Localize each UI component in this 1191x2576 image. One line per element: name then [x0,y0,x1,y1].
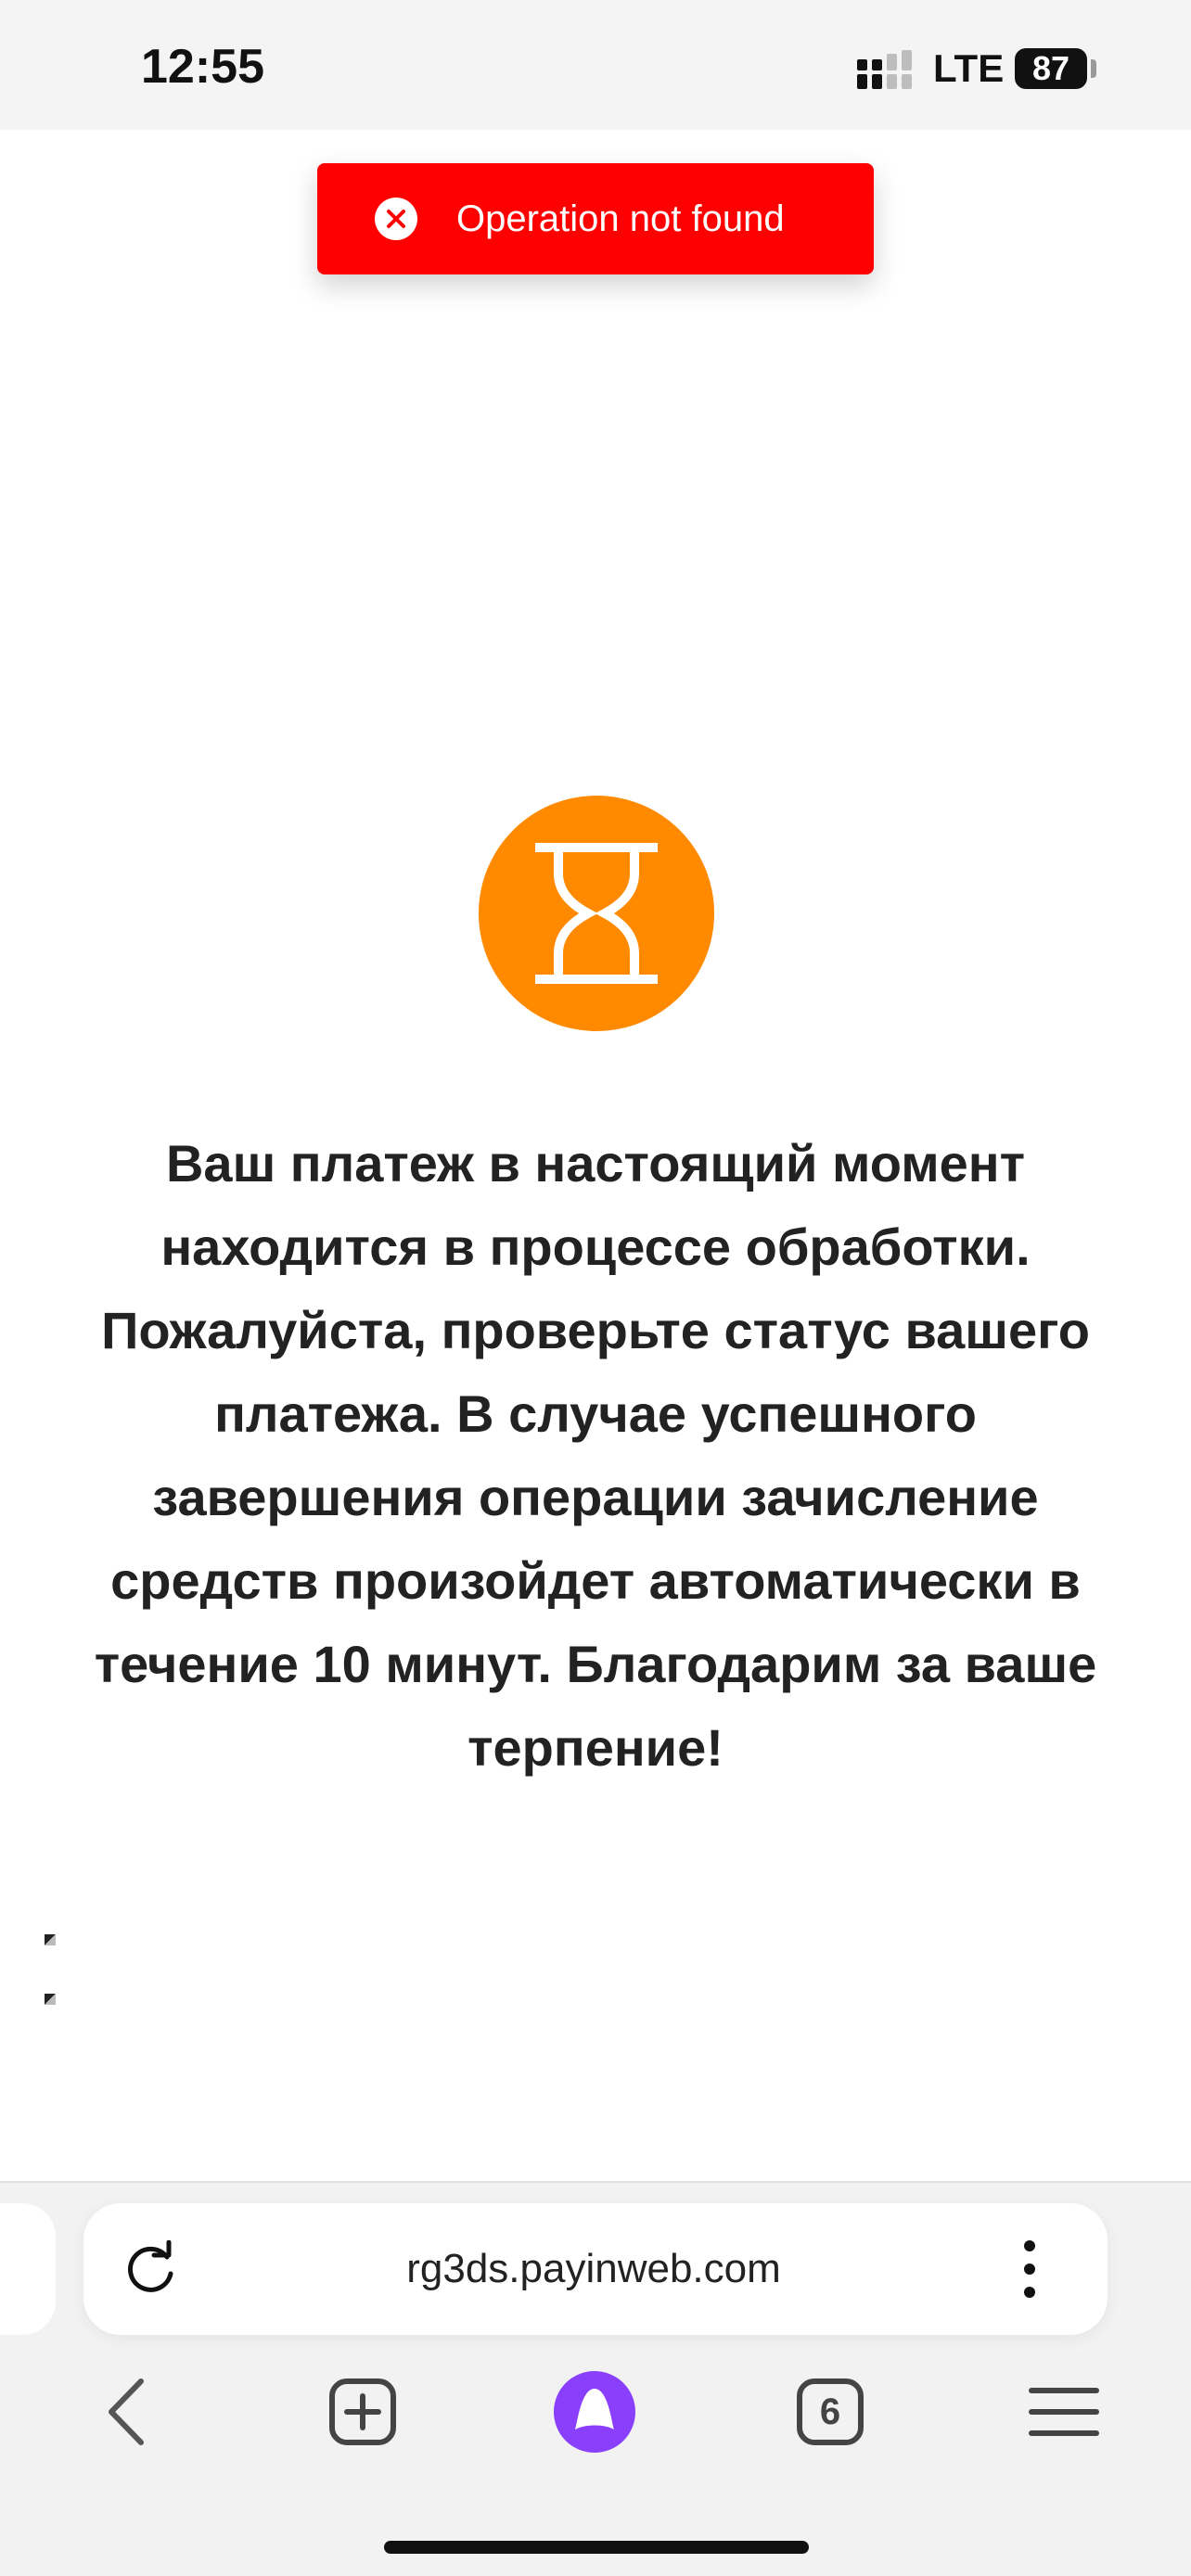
image-placeholder [45,1994,56,2005]
home-indicator[interactable] [384,2541,809,2554]
menu-icon[interactable] [1022,2370,1106,2454]
network-type: LTE [933,46,1005,90]
back-icon[interactable] [87,2370,171,2454]
signal-icon [857,50,912,89]
more-vertical-icon[interactable] [1011,2237,1048,2302]
battery-level: 87 [1015,48,1087,89]
alice-assistant-icon[interactable] [553,2370,636,2454]
reload-icon[interactable] [122,2240,180,2298]
battery-cap [1091,59,1096,78]
previous-tab-card[interactable] [0,2203,56,2335]
status-bar: 12:55 LTE 87 [0,0,1191,130]
image-placeholder [45,1934,56,1945]
clock: 12:55 [141,40,264,94]
new-tab-icon[interactable] [321,2370,404,2454]
tabs-button[interactable]: 6 [788,2370,872,2454]
hourglass-icon [535,843,658,984]
toast-message: Operation not found [456,198,785,239]
tabs-count: 6 [819,2391,841,2432]
pending-status-icon [479,796,714,1031]
close-circle-icon [375,198,417,240]
payment-status-message: Ваш платеж в настоящий момент находится … [94,1134,1097,1777]
url-text[interactable]: rg3ds.payinweb.com [223,2203,965,2335]
address-bar[interactable]: rg3ds.payinweb.com [83,2203,1108,2335]
error-toast[interactable]: Operation not found [317,163,874,274]
